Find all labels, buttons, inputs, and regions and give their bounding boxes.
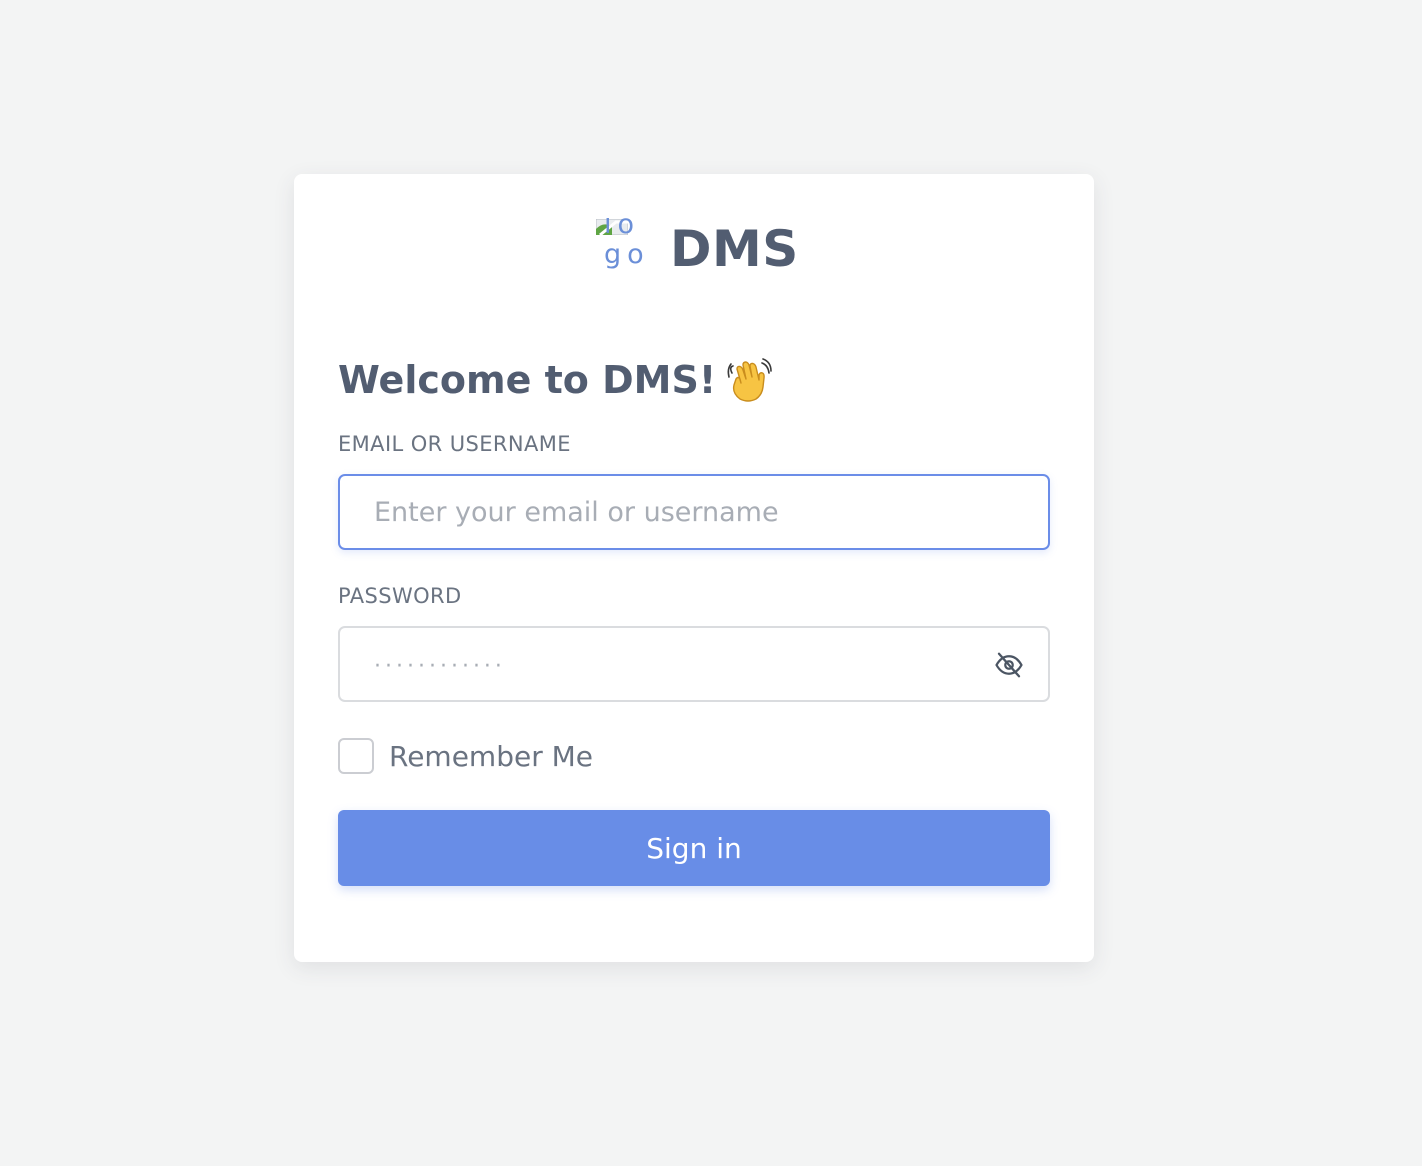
email-input[interactable] <box>340 476 1048 548</box>
eye-slash-icon[interactable] <box>994 650 1024 680</box>
password-input[interactable] <box>340 628 1048 700</box>
email-field-container <box>338 474 1050 550</box>
logo-alt-text: logo <box>604 218 650 270</box>
brand-header: logo DMS <box>594 218 799 280</box>
remember-me-checkbox[interactable] <box>338 738 374 774</box>
login-card: logo DMS Welcome to DMS! EMAIL OR USERNA… <box>294 174 1094 962</box>
waving-hand-icon <box>727 358 772 402</box>
remember-me-row: Remember Me <box>338 738 593 774</box>
sign-in-button[interactable]: Sign in <box>338 810 1050 886</box>
brand-name: DMS <box>670 220 799 278</box>
logo-image: logo <box>594 218 652 280</box>
welcome-heading: Welcome to DMS! <box>338 354 772 406</box>
password-field-container <box>338 626 1050 702</box>
email-label: EMAIL OR USERNAME <box>338 432 571 456</box>
password-label: PASSWORD <box>338 584 462 608</box>
remember-me-label[interactable]: Remember Me <box>389 740 593 773</box>
welcome-title: Welcome to DMS! <box>338 358 717 402</box>
